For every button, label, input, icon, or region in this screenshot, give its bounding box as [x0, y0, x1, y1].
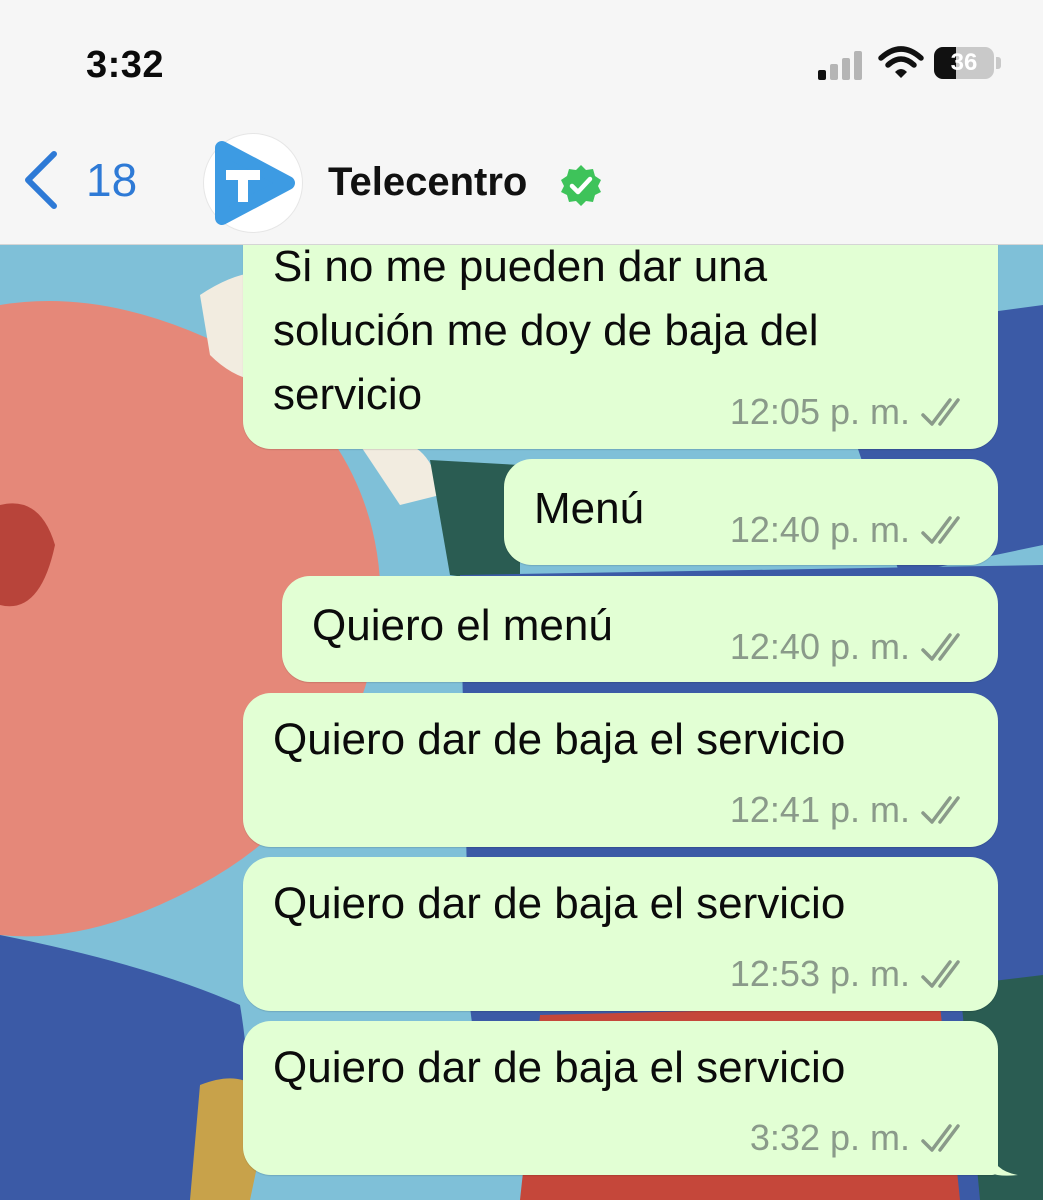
message-meta: 12:40 p. m. [730, 509, 972, 551]
signal-icon [818, 51, 862, 80]
bubble-tail-icon [990, 1151, 1018, 1176]
message-time: 3:32 p. m. [749, 1117, 910, 1158]
message-text: Quiero dar de baja el servicio [273, 879, 846, 928]
unread-count: 18 [86, 154, 138, 206]
message-time: 12:05 p. m. [729, 391, 910, 432]
message-time: 12:41 p. m. [729, 789, 910, 830]
message-text-line: servicio [273, 370, 423, 419]
message-meta: 12:05 p. m. [730, 391, 972, 433]
message-time: 12:40 p. m. [729, 509, 910, 550]
telecentro-logo-icon [215, 141, 295, 225]
message-bubble[interactable]: Quiero el menú 12:40 p. m. [282, 576, 998, 682]
message-time: 12:53 p. m. [729, 953, 910, 994]
message-meta: 12:41 p. m. [730, 789, 972, 831]
message-time: 12:40 p. m. [729, 626, 910, 667]
chat-header: 18 Telecentro [0, 110, 1043, 245]
back-button[interactable]: 18 [20, 150, 137, 210]
chat-area[interactable]: Si no me pueden dar una solución me doy … [0, 245, 1043, 1200]
message-text: Quiero dar de baja el servicio [273, 1043, 846, 1092]
message-meta: 3:32 p. m. [750, 1117, 972, 1159]
read-receipt-icon [921, 398, 960, 426]
wifi-icon [878, 46, 924, 78]
read-receipt-icon [921, 796, 960, 824]
status-time: 3:32 [86, 44, 165, 86]
message-text: Quiero el menú [312, 601, 613, 650]
message-text: Menú [534, 484, 645, 533]
read-receipt-icon [921, 633, 960, 661]
message-bubble[interactable]: Si no me pueden dar una solución me doy … [243, 245, 998, 449]
message-bubble[interactable]: Quiero dar de baja el servicio 12:53 p. … [243, 857, 998, 1011]
message-bubble[interactable]: Quiero dar de baja el servicio 12:41 p. … [243, 693, 998, 847]
message-text-line: solución me doy de baja del [273, 306, 819, 355]
read-receipt-icon [921, 960, 960, 988]
avatar[interactable] [204, 134, 302, 232]
read-receipt-icon [921, 516, 960, 544]
message-bubble[interactable]: Menú 12:40 p. m. [504, 459, 998, 565]
status-bar: 3:32 36 [0, 0, 1043, 110]
contact-name[interactable]: Telecentro [328, 160, 527, 205]
read-receipt-icon [921, 1124, 960, 1152]
verified-badge-icon [561, 165, 601, 206]
message-bubble[interactable]: Quiero dar de baja el servicio 3:32 p. m… [243, 1021, 998, 1175]
battery-icon: 36 [934, 47, 1002, 79]
battery-level: 36 [950, 49, 978, 76]
message-text-line: Si no me pueden dar una [273, 245, 768, 291]
message-meta: 12:40 p. m. [730, 626, 972, 668]
chevron-left-icon [25, 151, 57, 209]
message-text: Quiero dar de baja el servicio [273, 715, 846, 764]
message-meta: 12:53 p. m. [730, 953, 972, 995]
